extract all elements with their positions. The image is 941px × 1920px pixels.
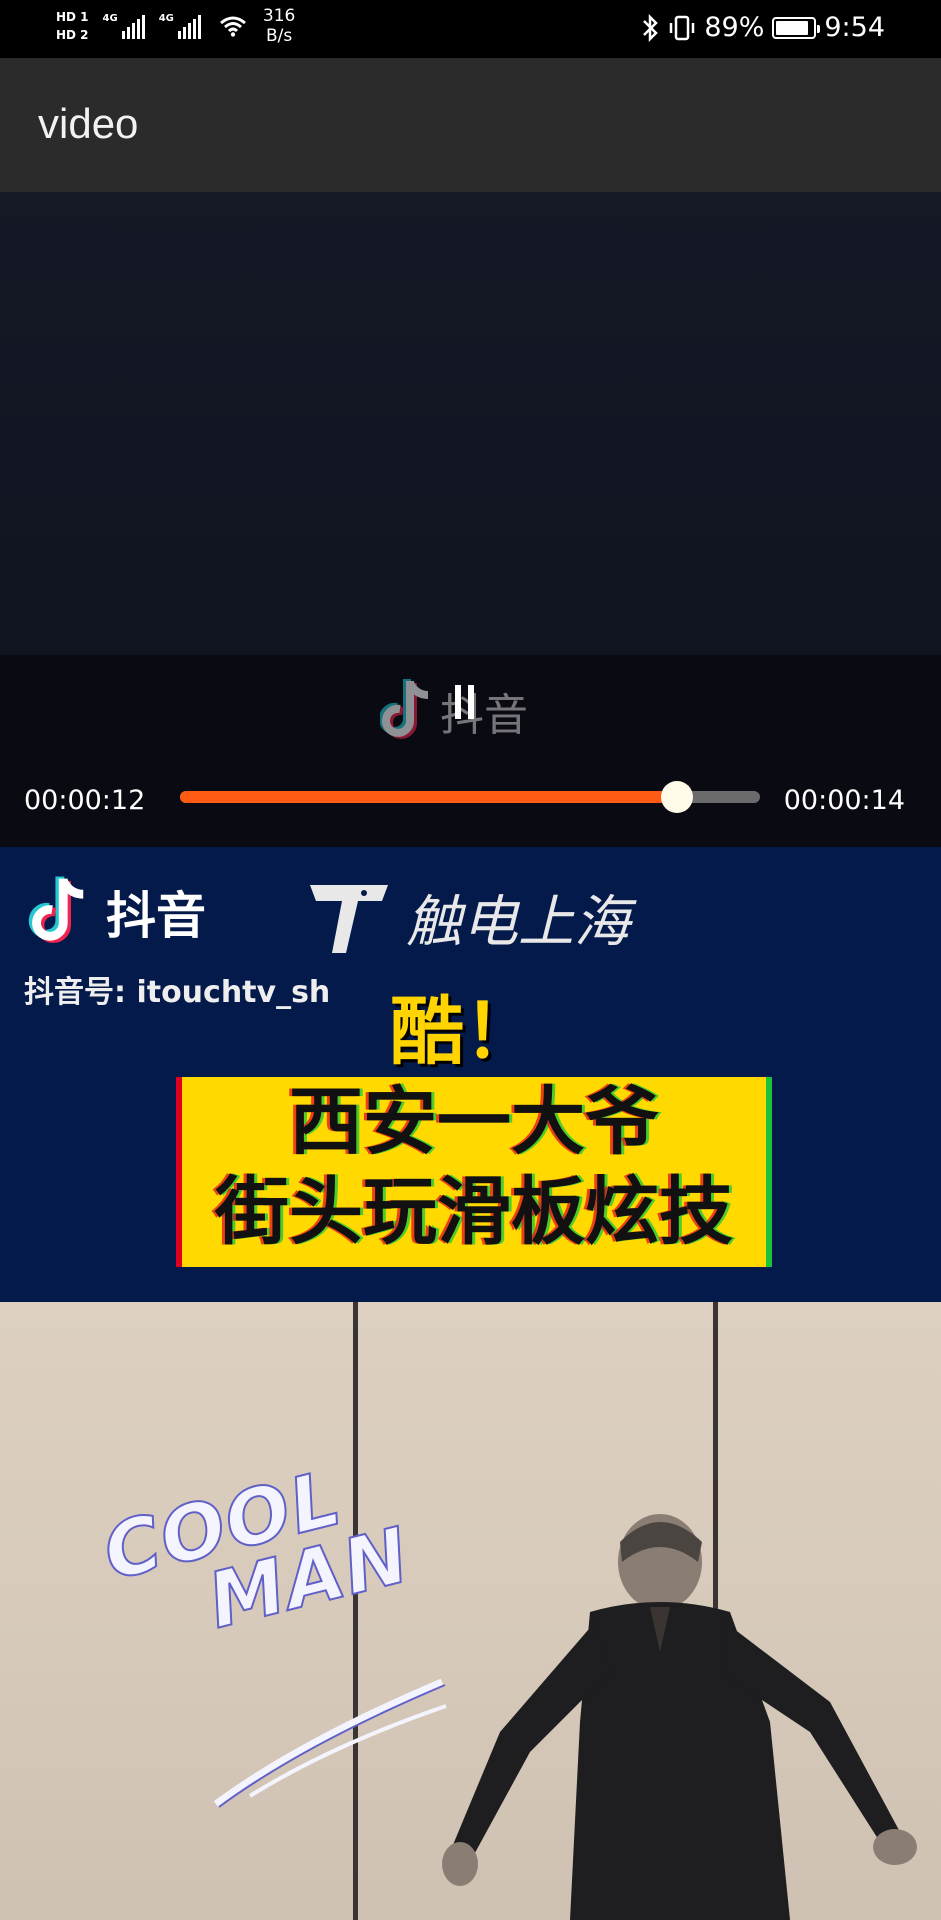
current-time: 00:00:12 xyxy=(24,785,146,816)
bluetooth-icon xyxy=(643,13,659,42)
channel-handle: 抖音号: itouchtv_sh xyxy=(24,975,331,1010)
video-frame: 抖音 触电上海 抖音号: itouchtv_sh 酷！ 西安一大爷 街头玩滑板炫… xyxy=(0,847,941,1920)
network-speed: 316 B/s xyxy=(263,6,295,46)
battery-icon xyxy=(772,16,821,39)
headline-line-2: 街头玩滑板炫技 xyxy=(215,1169,733,1255)
app-bar: video xyxy=(0,58,941,192)
channel-logo-icon xyxy=(310,884,388,953)
tiktok-logo-icon xyxy=(380,679,429,739)
hd2-badge: HD 2 xyxy=(56,28,89,42)
hd1-badge: HD 1 xyxy=(56,10,89,24)
video-surface[interactable] xyxy=(0,192,941,655)
wifi-icon xyxy=(219,16,246,37)
watermark-label: 抖音 xyxy=(440,690,528,741)
banner-tiktok-label: 抖音 xyxy=(106,887,206,945)
video-banner: 抖音 触电上海 抖音号: itouchtv_sh 酷！ 西安一大爷 街头玩滑板炫… xyxy=(0,847,941,1302)
street-scene: COOL MAN xyxy=(0,1302,941,1920)
signal-2-icon: 4G xyxy=(159,13,201,39)
status-bar: HD 1 HD 2 4G 4G 316 B/s 89% 9:54 xyxy=(0,0,941,58)
status-bar-right: 89% 9:54 xyxy=(640,12,885,43)
headline-box: 西安一大爷 街头玩滑板炫技 xyxy=(176,1077,772,1267)
exclaim-text: 酷！ xyxy=(390,989,538,1075)
headline-line-1: 西安一大爷 xyxy=(289,1079,659,1165)
seek-bar-progress xyxy=(180,791,678,803)
network-speed-value: 316 xyxy=(262,6,296,26)
network-speed-unit: B/s xyxy=(265,26,293,46)
banner-tiktok: 抖音 xyxy=(26,872,206,952)
channel-name: 触电上海 xyxy=(406,890,630,955)
tiktok-watermark: 抖音 xyxy=(380,675,528,747)
skateboarder-figure xyxy=(442,1514,917,1920)
pause-button[interactable] xyxy=(455,685,481,719)
signal-1-icon: 4G xyxy=(103,13,145,39)
swoosh-graphic xyxy=(213,1678,447,1808)
tiktok-logo-icon xyxy=(28,876,84,943)
banner-channel: 触电上海 xyxy=(306,877,630,958)
cool-man-graphic: COOL MAN xyxy=(94,1449,420,1660)
total-time: 00:00:14 xyxy=(783,785,905,816)
app-title: video xyxy=(38,100,139,147)
clock: 9:54 xyxy=(824,12,885,43)
battery-percent: 89% xyxy=(704,12,765,43)
vibrate-icon xyxy=(670,15,695,40)
seek-bar-thumb[interactable] xyxy=(661,781,694,813)
player-controls: 抖音 00:00:12 00:00:14 xyxy=(0,655,941,847)
network-type-2: 4G xyxy=(158,13,174,24)
status-bar-left: HD 1 HD 2 4G 4G 316 B/s xyxy=(56,6,295,46)
network-type-1: 4G xyxy=(102,13,118,24)
seek-bar[interactable] xyxy=(180,781,760,813)
